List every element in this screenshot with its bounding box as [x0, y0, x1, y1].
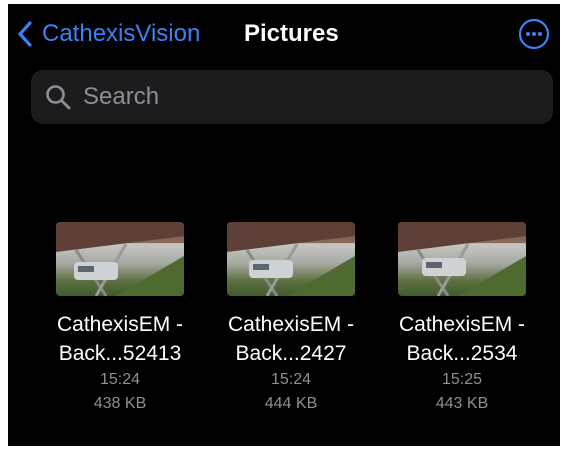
file-name-line1: CathexisEM -: [56, 313, 184, 336]
file-name-line2: Back...52413: [58, 342, 182, 365]
file-name-line2: Back...2427: [235, 342, 347, 365]
file-name-line2: Back...2534: [406, 342, 518, 365]
back-label: CathexisVision: [42, 20, 201, 47]
more-options-icon: [518, 18, 550, 50]
chevron-left-icon: [18, 21, 32, 47]
image-thumbnail: [56, 222, 184, 296]
image-thumbnail: [227, 222, 355, 296]
back-button[interactable]: CathexisVision: [16, 16, 200, 52]
search-field[interactable]: [31, 70, 553, 124]
file-item[interactable]: CathexisEM - Back...52413 15:24 438 KB: [35, 222, 205, 416]
search-icon: [46, 85, 71, 110]
file-size: 443 KB: [435, 395, 489, 412]
file-size: 444 KB: [264, 395, 318, 412]
file-grid: CathexisEM - Back...52413 15:24 438 KB C…: [8, 222, 560, 442]
file-name-line1: CathexisEM -: [227, 313, 355, 336]
image-thumbnail: [398, 222, 526, 296]
file-time: 15:24: [270, 371, 312, 388]
file-time: 15:25: [441, 371, 483, 388]
files-screen: CathexisVision Pictures Search CathexisE…: [8, 4, 560, 446]
more-options-button[interactable]: [518, 18, 550, 50]
file-size: 438 KB: [93, 395, 147, 412]
file-item[interactable]: CathexisEM - Back...2427 15:24 444 KB: [206, 222, 376, 416]
navigation-bar: CathexisVision Pictures: [8, 16, 560, 52]
search-input[interactable]: [81, 82, 525, 112]
page-title: Pictures: [244, 20, 339, 47]
file-name-line1: CathexisEM -: [398, 313, 526, 336]
file-item[interactable]: CathexisEM - Back...2534 15:25 443 KB: [377, 222, 547, 416]
file-time: 15:24: [99, 371, 141, 388]
